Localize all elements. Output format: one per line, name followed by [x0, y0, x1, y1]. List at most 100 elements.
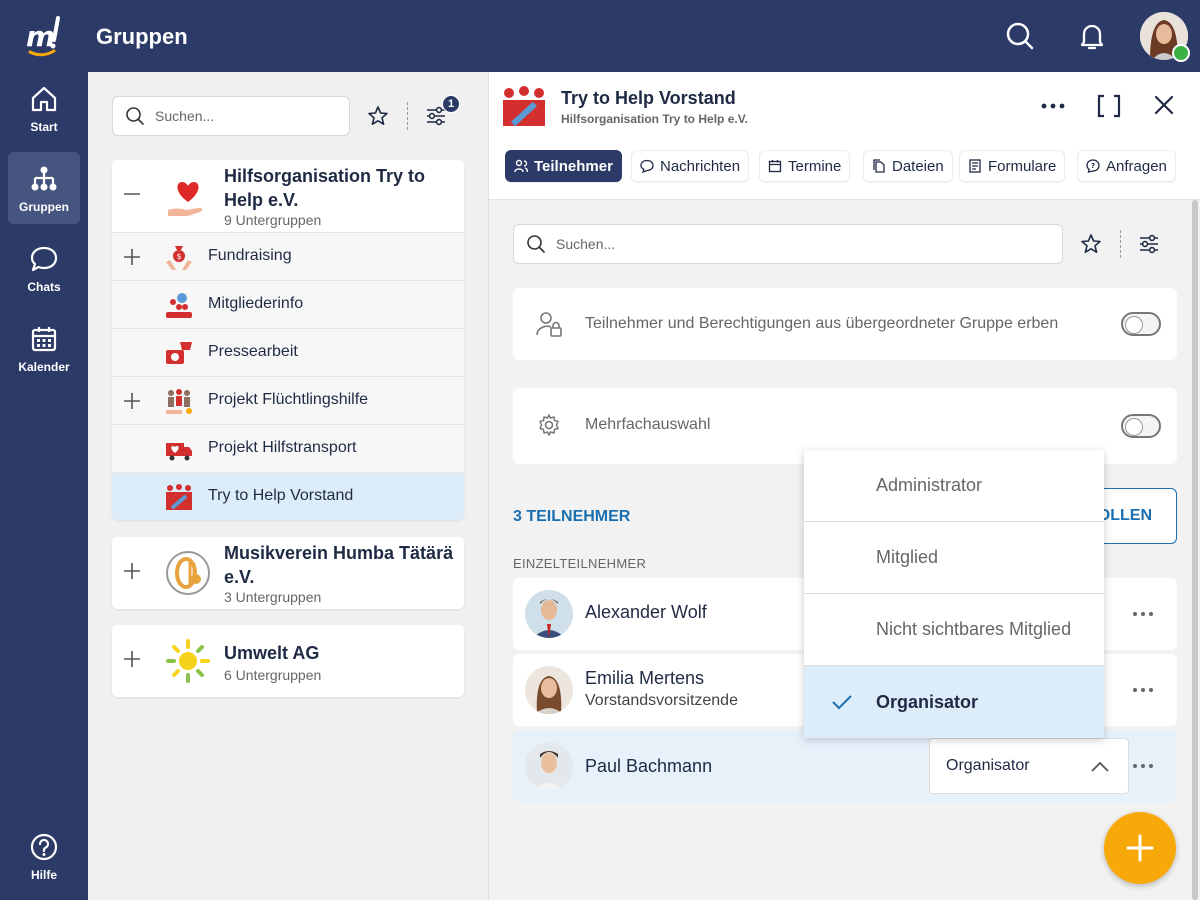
tab-label: Nachrichten: [660, 157, 741, 175]
member-name: Alexander Wolf: [585, 602, 707, 622]
group-header[interactable]: Hilfsorganisation Try to Help e.V. 9 Unt…: [112, 160, 464, 232]
member-name: Paul Bachmann: [585, 756, 713, 776]
sidebar-item-kalender[interactable]: Kalender: [8, 312, 80, 384]
role-option-label: Organisator: [876, 691, 979, 712]
divider: [1120, 230, 1121, 258]
subgroup-label: Fundraising: [208, 247, 292, 264]
role-dropdown-menu: Administrator Mitglied Nicht sichtbares …: [804, 450, 1104, 738]
role-select[interactable]: Organisator: [929, 738, 1129, 794]
inherit-permissions-row: Teilnehmer und Berechtigungen aus überge…: [513, 288, 1177, 360]
group-search-input[interactable]: [155, 108, 335, 124]
sidebar-item-label: Start: [30, 120, 58, 134]
group-title: Hilfsorganisation Try to Help e.V.: [224, 166, 426, 210]
avatar: [525, 590, 573, 638]
inherit-permissions-toggle[interactable]: [1121, 312, 1161, 336]
truck-heart-icon: [166, 443, 192, 461]
sidebar-item-start[interactable]: Start: [8, 72, 80, 144]
group-card: Hilfsorganisation Try to Help e.V. 9 Unt…: [112, 160, 464, 520]
help-icon: [30, 833, 58, 861]
subgroup-mitgliederinfo[interactable]: Mitgliederinfo: [112, 280, 464, 328]
member-name: Emilia Mertens: [585, 668, 705, 688]
group-search-field[interactable]: [112, 96, 350, 136]
group-header[interactable]: Umwelt AG 6 Untergruppen: [112, 625, 464, 697]
role-option-mitglied[interactable]: Mitglied: [804, 522, 1104, 594]
tab-dateien[interactable]: Dateien: [863, 150, 953, 182]
more-options-icon[interactable]: [1129, 678, 1157, 702]
sun-icon: [166, 639, 210, 683]
app-logo[interactable]: m: [24, 14, 66, 58]
more-options-icon[interactable]: [1129, 602, 1157, 626]
group-title: Musikverein Humba Tätärä e.V.: [224, 543, 454, 587]
tab-formulare[interactable]: Formulare: [959, 150, 1066, 182]
expand-plus-icon[interactable]: [122, 247, 142, 267]
expand-plus-icon[interactable]: [122, 561, 142, 581]
calendar-icon: [768, 160, 782, 173]
expand-plus-icon[interactable]: [122, 649, 142, 669]
search-icon[interactable]: [1004, 20, 1036, 52]
subgroup-fundraising[interactable]: $ Fundraising: [112, 232, 464, 280]
calendar-icon: [31, 327, 57, 352]
sidebar-item-hilfe[interactable]: Hilfe: [8, 820, 80, 892]
star-icon: [1081, 234, 1101, 253]
member-row[interactable]: Paul Bachmann Organisator: [513, 730, 1177, 802]
inherit-permissions-label: Teilnehmer und Berechtigungen aus überge…: [585, 315, 1059, 332]
files-icon: [873, 159, 885, 173]
tab-label: Termine: [788, 157, 842, 175]
svg-text:m: m: [26, 20, 55, 53]
sidebar-item-label: Hilfe: [30, 868, 57, 882]
subgroup-pressearbeit[interactable]: Pressearbeit: [112, 328, 464, 376]
more-options-icon[interactable]: [1039, 94, 1067, 118]
more-options-icon[interactable]: [1129, 754, 1157, 778]
add-fab-button[interactable]: [1104, 812, 1176, 884]
sidebar-item-gruppen[interactable]: Gruppen: [8, 152, 80, 224]
tab-label: Formulare: [988, 157, 1057, 175]
participant-count: 3 TEILNEHMER: [513, 508, 631, 525]
bell-icon[interactable]: [1076, 20, 1108, 52]
member-search-input[interactable]: [556, 236, 985, 252]
filter-button[interactable]: [1135, 230, 1163, 258]
top-bar: m Gruppen: [0, 0, 1200, 72]
tab-teilnehmer[interactable]: Teilnehmer: [505, 150, 622, 182]
chat-bubble-icon: [30, 246, 58, 272]
multi-select-toggle[interactable]: [1121, 414, 1161, 438]
sidebar: Start Gruppen Chats Kalender Hilfe: [0, 72, 88, 900]
favorite-star-button[interactable]: [1077, 230, 1105, 258]
favorite-star-button[interactable]: [364, 102, 392, 130]
online-status-icon: [1172, 44, 1190, 62]
user-lock-icon: [536, 312, 562, 337]
role-option-nicht-sichtbares-mitglied[interactable]: Nicht sichtbares Mitglied: [804, 594, 1104, 666]
scrollbar[interactable]: [1192, 200, 1198, 900]
subgroup-projekt-fluechtlingshilfe[interactable]: Projekt Flüchtlingshilfe: [112, 376, 464, 424]
groups-panel: 1 Hilfsorganisation Try to Help e.V. 9 U…: [88, 72, 488, 900]
tab-termine[interactable]: Termine: [759, 150, 851, 182]
sliders-icon: [1140, 234, 1158, 254]
group-card: Umwelt AG 6 Untergruppen: [112, 625, 464, 697]
divider: [407, 102, 408, 130]
music-instrument-icon: [166, 551, 210, 595]
group-header[interactable]: Musikverein Humba Tätärä e.V. 3 Untergru…: [112, 537, 464, 609]
group-card: Musikverein Humba Tätärä e.V. 3 Untergru…: [112, 537, 464, 609]
subgroup-projekt-hilfstransport[interactable]: Projekt Hilfstransport: [112, 424, 464, 472]
subgroup-try-to-help-vorstand[interactable]: Try to Help Vorstand: [112, 472, 464, 520]
multi-select-label: Mehrfachauswahl: [585, 416, 711, 433]
tab-nachrichten[interactable]: Nachrichten: [631, 150, 750, 182]
plus-icon: [1126, 834, 1154, 862]
tab-anfragen[interactable]: ? Anfragen: [1077, 150, 1176, 182]
sidebar-item-chats[interactable]: Chats: [8, 232, 80, 304]
collapse-minus-icon[interactable]: [122, 184, 142, 204]
chevron-up-icon: [1091, 761, 1109, 772]
fullscreen-icon[interactable]: [1095, 92, 1123, 120]
message-icon: [640, 159, 654, 173]
role-option-administrator[interactable]: Administrator: [804, 450, 1104, 522]
form-icon: [969, 159, 981, 173]
expand-plus-icon[interactable]: [122, 391, 142, 411]
close-icon[interactable]: [1151, 92, 1177, 118]
camera-news-icon: [166, 342, 192, 364]
people-icon: [514, 159, 528, 173]
tab-label: Dateien: [892, 157, 944, 175]
group-subtitle: 9 Untergruppen: [224, 212, 322, 228]
avatar: [525, 742, 573, 790]
board-icon: [503, 86, 545, 127]
role-option-organisator[interactable]: Organisator: [804, 666, 1104, 738]
member-search-field[interactable]: [513, 224, 1063, 264]
